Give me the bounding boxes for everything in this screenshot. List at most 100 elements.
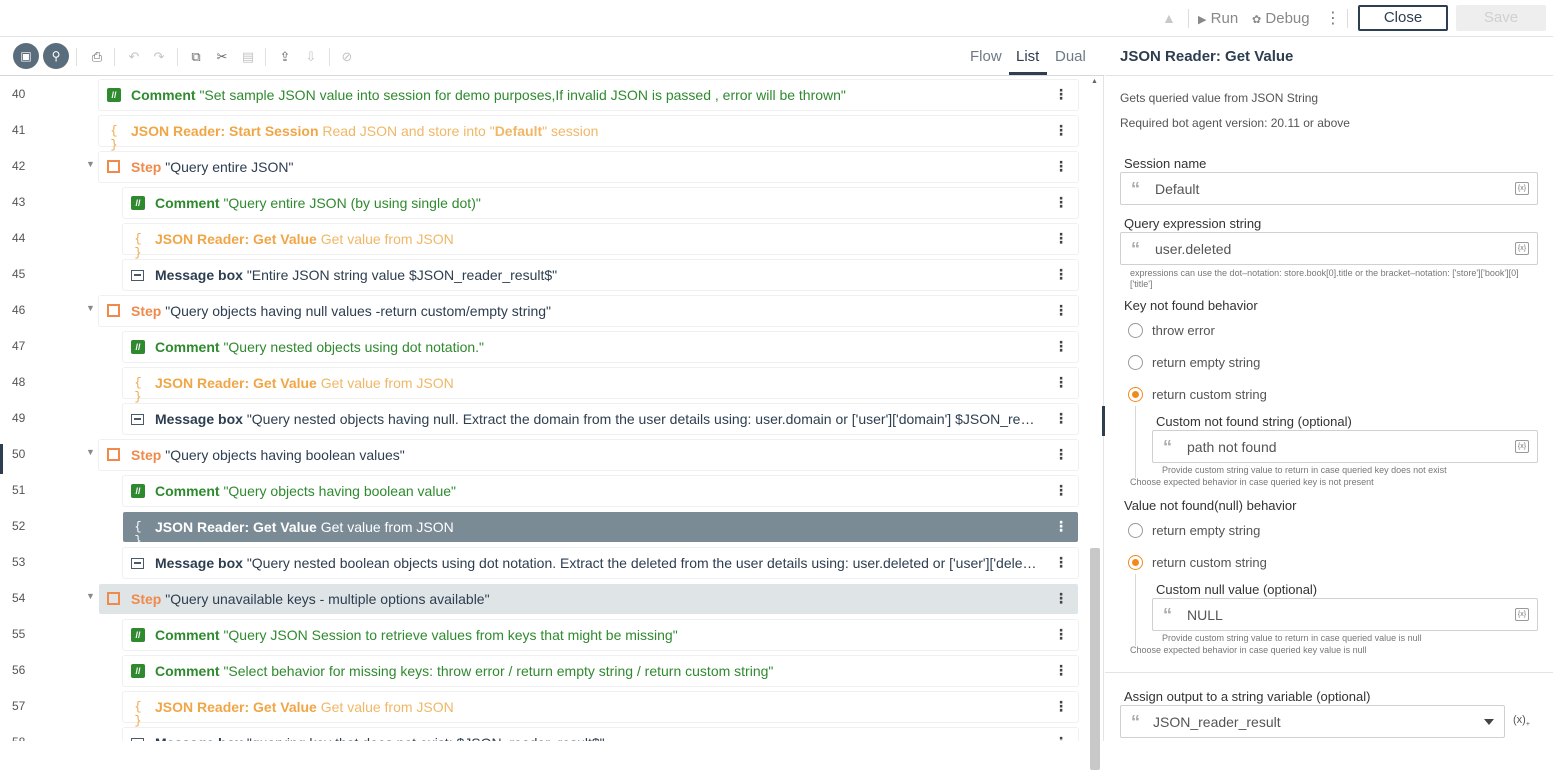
- action-row[interactable]: 51 // Comment "Query objects having boolea…: [0, 473, 1080, 509]
- action-card[interactable]: Step "Query objects having null values -…: [99, 296, 1078, 326]
- action-card[interactable]: // Comment "Query JSON Session to retriev…: [123, 620, 1078, 650]
- action-card[interactable]: // Comment "Query objects having boolean …: [123, 476, 1078, 506]
- redo-icon[interactable]: ↷: [149, 47, 169, 67]
- action-card[interactable]: // Comment "Select behavior for missing k…: [123, 656, 1078, 686]
- variable-icon[interactable]: {x}: [1515, 608, 1529, 621]
- radio-return-empty[interactable]: [1128, 355, 1143, 370]
- action-card[interactable]: Message box "Query nested objects having…: [123, 404, 1078, 434]
- assign-output-dropdown[interactable]: “ JSON_reader_result: [1120, 705, 1505, 738]
- action-row[interactable]: 43 // Comment "Query entire JSON (by using…: [0, 185, 1080, 221]
- row-more-icon[interactable]: ⋮: [1054, 338, 1068, 354]
- row-more-icon[interactable]: ⋮: [1054, 590, 1068, 606]
- chevron-down-icon[interactable]: [1484, 719, 1494, 725]
- action-card[interactable]: Message box "querying key that does not …: [123, 728, 1078, 741]
- save-button[interactable]: Save: [1456, 5, 1546, 31]
- collapse-caret-icon[interactable]: ▼: [86, 159, 95, 169]
- custom-not-found-field[interactable]: “ path not found {x}: [1152, 430, 1538, 463]
- row-more-icon[interactable]: ⋮: [1054, 374, 1068, 390]
- row-more-icon[interactable]: ⋮: [1054, 194, 1068, 210]
- radio-null-return-custom[interactable]: [1128, 555, 1143, 570]
- action-card[interactable]: Step "Query objects having boolean value…: [99, 440, 1078, 470]
- action-card[interactable]: Step "Query unavailable keys - multiple …: [99, 584, 1078, 614]
- radio-return-custom[interactable]: [1128, 387, 1143, 402]
- variable-icon[interactable]: {x}: [1515, 440, 1529, 453]
- record-icon[interactable]: ▣: [13, 43, 39, 69]
- action-card[interactable]: { } JSON Reader: Get Value Get value from…: [123, 692, 1078, 728]
- row-more-icon[interactable]: ⋮: [1054, 122, 1068, 138]
- action-card[interactable]: // Comment "Query nested objects using do…: [123, 332, 1078, 362]
- action-card[interactable]: { } JSON Reader: Start Session Read JSON …: [99, 116, 1078, 152]
- run-button[interactable]: ▶ Run: [1198, 9, 1238, 28]
- insert-variable-icon[interactable]: (x)+: [1513, 714, 1530, 728]
- cut-icon[interactable]: ✂: [212, 47, 232, 67]
- variable-icon[interactable]: {x}: [1515, 182, 1529, 195]
- row-more-icon[interactable]: ⋮: [1054, 446, 1068, 462]
- import-icon[interactable]: ⇩: [301, 47, 321, 67]
- undo-icon[interactable]: ↶: [124, 47, 144, 67]
- tab-dual[interactable]: Dual: [1055, 47, 1086, 67]
- row-more-icon[interactable]: ⋮: [1054, 158, 1068, 174]
- action-row[interactable]: 44 { } JSON Reader: Get Value Get value fr…: [0, 221, 1080, 260]
- warning-icon[interactable]: ▲: [1162, 10, 1178, 26]
- row-more-icon[interactable]: ⋮: [1054, 86, 1068, 102]
- debug-button[interactable]: ✿ Debug: [1252, 9, 1310, 28]
- row-more-icon[interactable]: ⋮: [1054, 230, 1068, 246]
- action-row[interactable]: 57 { } JSON Reader: Get Value Get value fr…: [0, 689, 1080, 728]
- action-card[interactable]: Message box "Entire JSON string value $J…: [123, 260, 1078, 290]
- action-row[interactable]: 40 // Comment "Set sample JSON value into …: [0, 77, 1080, 113]
- row-more-icon[interactable]: ⋮: [1054, 266, 1068, 282]
- action-row[interactable]: 47 // Comment "Query nested objects using …: [0, 329, 1080, 365]
- action-row[interactable]: 45 Message box "Entire JSON string value …: [0, 257, 1080, 293]
- action-card[interactable]: // Comment "Set sample JSON value into se…: [99, 80, 1078, 110]
- action-card[interactable]: Message box "Query nested boolean object…: [123, 548, 1078, 578]
- paste-icon[interactable]: ▤: [238, 47, 258, 67]
- tab-list[interactable]: List: [1016, 47, 1039, 67]
- close-button[interactable]: Close: [1358, 5, 1448, 31]
- collapse-caret-icon[interactable]: ▼: [86, 447, 95, 457]
- action-row[interactable]: 52 { } JSON Reader: Get Value Get value fr…: [0, 509, 1080, 548]
- row-more-icon[interactable]: ⋮: [1054, 482, 1068, 498]
- radio-throw-error[interactable]: [1128, 323, 1143, 338]
- action-row[interactable]: 50 ▼ Step "Query objects having boolean va…: [0, 437, 1080, 473]
- action-card[interactable]: { } JSON Reader: Get Value Get value from…: [123, 368, 1078, 404]
- row-more-icon[interactable]: ⋮: [1054, 734, 1068, 741]
- action-row[interactable]: 46 ▼ Step "Query objects having null value…: [0, 293, 1080, 329]
- action-card[interactable]: // Comment "Query entire JSON (by using s…: [123, 188, 1078, 218]
- action-card[interactable]: Step "Query entire JSON" ⋮: [99, 152, 1078, 182]
- row-more-icon[interactable]: ⋮: [1054, 626, 1068, 642]
- action-card[interactable]: { } JSON Reader: Get Value Get value from…: [123, 512, 1078, 548]
- action-row[interactable]: 53 Message box "Query nested boolean obje…: [0, 545, 1080, 581]
- action-row[interactable]: 42 ▼ Step "Query entire JSON" ⋮: [0, 149, 1080, 185]
- action-row[interactable]: 49 Message box "Query nested objects havi…: [0, 401, 1080, 437]
- action-row[interactable]: 58 Message box "querying key that does no…: [0, 725, 1080, 741]
- scroll-thumb[interactable]: [1090, 548, 1100, 770]
- export-icon[interactable]: ⇪: [275, 47, 295, 67]
- row-more-icon[interactable]: ⋮: [1054, 302, 1068, 318]
- disable-icon[interactable]: ⊘: [337, 47, 357, 67]
- row-more-icon[interactable]: ⋮: [1054, 554, 1068, 570]
- action-row[interactable]: 41 { } JSON Reader: Start Session Read JSO…: [0, 113, 1080, 152]
- action-card[interactable]: { } JSON Reader: Get Value Get value from…: [123, 224, 1078, 260]
- query-expression-field[interactable]: “ user.deleted {x}: [1120, 232, 1538, 265]
- scroll-up-icon[interactable]: ▲: [1091, 78, 1098, 85]
- collapse-caret-icon[interactable]: ▼: [86, 303, 95, 313]
- action-row[interactable]: 56 // Comment "Select behavior for missing…: [0, 653, 1080, 689]
- action-row[interactable]: 55 // Comment "Query JSON Session to retri…: [0, 617, 1080, 653]
- session-name-field[interactable]: “ Default {x}: [1120, 172, 1538, 205]
- collapse-caret-icon[interactable]: ▼: [86, 591, 95, 601]
- scrollbar[interactable]: ▲: [1090, 78, 1100, 770]
- action-row[interactable]: 48 { } JSON Reader: Get Value Get value fr…: [0, 365, 1080, 404]
- variable-icon[interactable]: {x}: [1515, 242, 1529, 255]
- more-options-icon[interactable]: ⋮: [1325, 8, 1341, 30]
- search-icon[interactable]: ⚲: [43, 43, 69, 69]
- row-more-icon[interactable]: ⋮: [1054, 518, 1068, 534]
- copy-icon[interactable]: ⧉: [186, 47, 206, 67]
- tab-flow[interactable]: Flow: [970, 47, 1002, 67]
- custom-null-field[interactable]: “ NULL {x}: [1152, 598, 1538, 631]
- row-more-icon[interactable]: ⋮: [1054, 698, 1068, 714]
- row-more-icon[interactable]: ⋮: [1054, 410, 1068, 426]
- radio-null-return-empty[interactable]: [1128, 523, 1143, 538]
- row-more-icon[interactable]: ⋮: [1054, 662, 1068, 678]
- action-row[interactable]: 54 ▼ Step "Query unavailable keys - multip…: [0, 581, 1080, 617]
- laptop-icon[interactable]: ⎙: [87, 47, 107, 67]
